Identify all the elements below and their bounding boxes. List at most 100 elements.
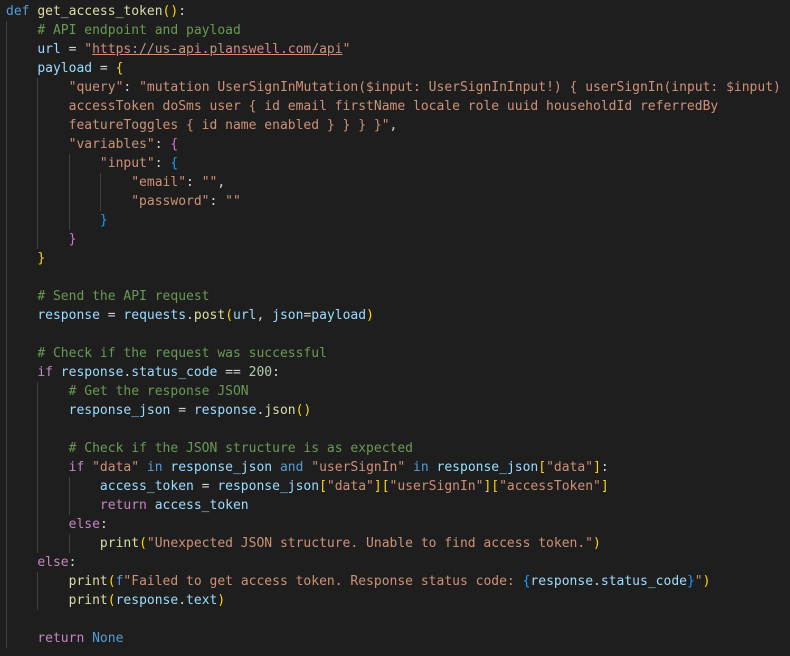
code-line[interactable]: if response.status_code == 200:	[6, 363, 790, 382]
code-token: else	[68, 517, 100, 532]
code-token: )	[702, 574, 711, 589]
code-line[interactable]: else:	[6, 553, 790, 572]
code-lines[interactable]: def get_access_token(): # API endpoint a…	[6, 2, 790, 648]
code-line[interactable]: "email": "",	[6, 173, 790, 192]
indent-guide	[37, 173, 39, 192]
code-line[interactable]: url = "https://us-api.planswell.com/api"	[6, 40, 790, 59]
code-line[interactable]: "variables": {	[6, 135, 790, 154]
code-token: )	[217, 593, 226, 608]
indent-guide	[6, 306, 7, 325]
indent-guide	[37, 230, 39, 249]
code-token: requests	[123, 308, 187, 323]
code-token: response_json	[170, 460, 273, 475]
code-line[interactable]: }	[6, 230, 790, 249]
indent-guide	[37, 420, 39, 439]
code-line[interactable]	[6, 420, 790, 439]
code-token: print	[68, 593, 108, 608]
code-token: }	[68, 232, 77, 247]
indent-guide	[37, 192, 39, 211]
code-line[interactable]: "input": {	[6, 154, 790, 173]
code-editor[interactable]: def get_access_token(): # API endpoint a…	[0, 0, 790, 656]
code-token: {	[170, 156, 179, 171]
code-line[interactable]: featureToggles { id name enabled } } } }…	[6, 116, 790, 135]
code-line[interactable]: }	[6, 211, 790, 230]
code-line[interactable]: payload = {	[6, 59, 790, 78]
code-line[interactable]: "password": ""	[6, 192, 790, 211]
code-line[interactable]: "query": "mutation UserSignInMutation($i…	[6, 78, 790, 97]
code-token: if	[37, 365, 53, 380]
code-token: .	[186, 308, 194, 323]
code-token: ""	[201, 175, 218, 190]
code-line[interactable]: # Check if the JSON structure is as expe…	[6, 439, 790, 458]
code-token: :	[68, 555, 77, 570]
code-line[interactable]: # Send the API request	[6, 287, 790, 306]
code-line[interactable]: return access_token	[6, 496, 790, 515]
code-line[interactable]: print(f"Failed to get access token. Resp…	[6, 572, 790, 591]
code-line[interactable]: print(response.text)	[6, 591, 790, 610]
indent-guide	[37, 496, 39, 515]
code-token: access_token	[154, 498, 249, 513]
code-line[interactable]: # API endpoint and payload	[6, 21, 790, 40]
code-line[interactable]: def get_access_token():	[6, 2, 790, 21]
code-token: # Check if the request was successful	[37, 346, 327, 361]
indent-guide	[99, 192, 101, 211]
code-line[interactable]: # Check if the request was successful	[6, 344, 790, 363]
indent-guide	[6, 401, 7, 420]
indent-guide	[6, 325, 7, 344]
code-token: "data"	[546, 460, 594, 475]
code-line[interactable]: response = requests.post(url, json=paylo…	[6, 306, 790, 325]
indent-guide	[37, 591, 39, 610]
indent-guide	[6, 287, 7, 306]
code-line[interactable]: accessToken doSms user { id email firstN…	[6, 97, 790, 116]
code-token: "Failed to get access token. Response st…	[123, 574, 523, 589]
code-token: # API endpoint and payload	[37, 23, 241, 38]
code-line[interactable]	[6, 610, 790, 629]
indent-guide	[68, 154, 70, 173]
code-token: "accessToken"	[499, 479, 601, 494]
code-token: 200	[248, 365, 273, 380]
code-line[interactable]: response_json = response.json()	[6, 401, 790, 420]
code-token: "variables"	[68, 137, 155, 152]
code-line[interactable]: if "data" in response_json and "userSign…	[6, 458, 790, 477]
code-token: "userSignIn"	[311, 460, 406, 475]
code-token: accessToken doSms user { id email firstN…	[68, 99, 719, 114]
code-token: :	[154, 137, 171, 152]
indent-guide	[68, 534, 70, 553]
code-token: "data"	[326, 479, 374, 494]
code-line[interactable]: # Get the response JSON	[6, 382, 790, 401]
code-line[interactable]: return None	[6, 629, 790, 648]
indent-guide	[6, 135, 7, 154]
code-line[interactable]: print("Unexpected JSON structure. Unable…	[6, 534, 790, 553]
indent-guide	[99, 173, 101, 192]
code-token: featureToggles { id name enabled } } } }…	[68, 118, 390, 133]
code-token: return	[37, 631, 85, 646]
indent-guide	[6, 154, 7, 173]
code-token: [	[538, 460, 547, 475]
code-token: # Check if the JSON structure is as expe…	[68, 441, 413, 456]
code-token: return	[99, 498, 147, 513]
indent-guide	[37, 211, 39, 230]
code-token: "userSignIn"	[389, 479, 484, 494]
code-token: ]	[373, 479, 382, 494]
code-line[interactable]: access_token = response_json["data"]["us…	[6, 477, 790, 496]
code-line[interactable]: else:	[6, 515, 790, 534]
code-token: [	[381, 479, 390, 494]
code-line[interactable]	[6, 325, 790, 344]
code-line[interactable]	[6, 268, 790, 287]
code-token: =	[193, 479, 218, 494]
code-token: =	[92, 61, 116, 76]
code-line[interactable]: }	[6, 249, 790, 268]
indent-guide	[37, 477, 39, 496]
code-token: https://us-api.planswell.com/api	[92, 42, 343, 57]
code-token: )	[593, 536, 601, 551]
code-token: response_json	[436, 460, 539, 475]
indent-guide	[6, 572, 7, 591]
code-token: =	[60, 42, 85, 57]
